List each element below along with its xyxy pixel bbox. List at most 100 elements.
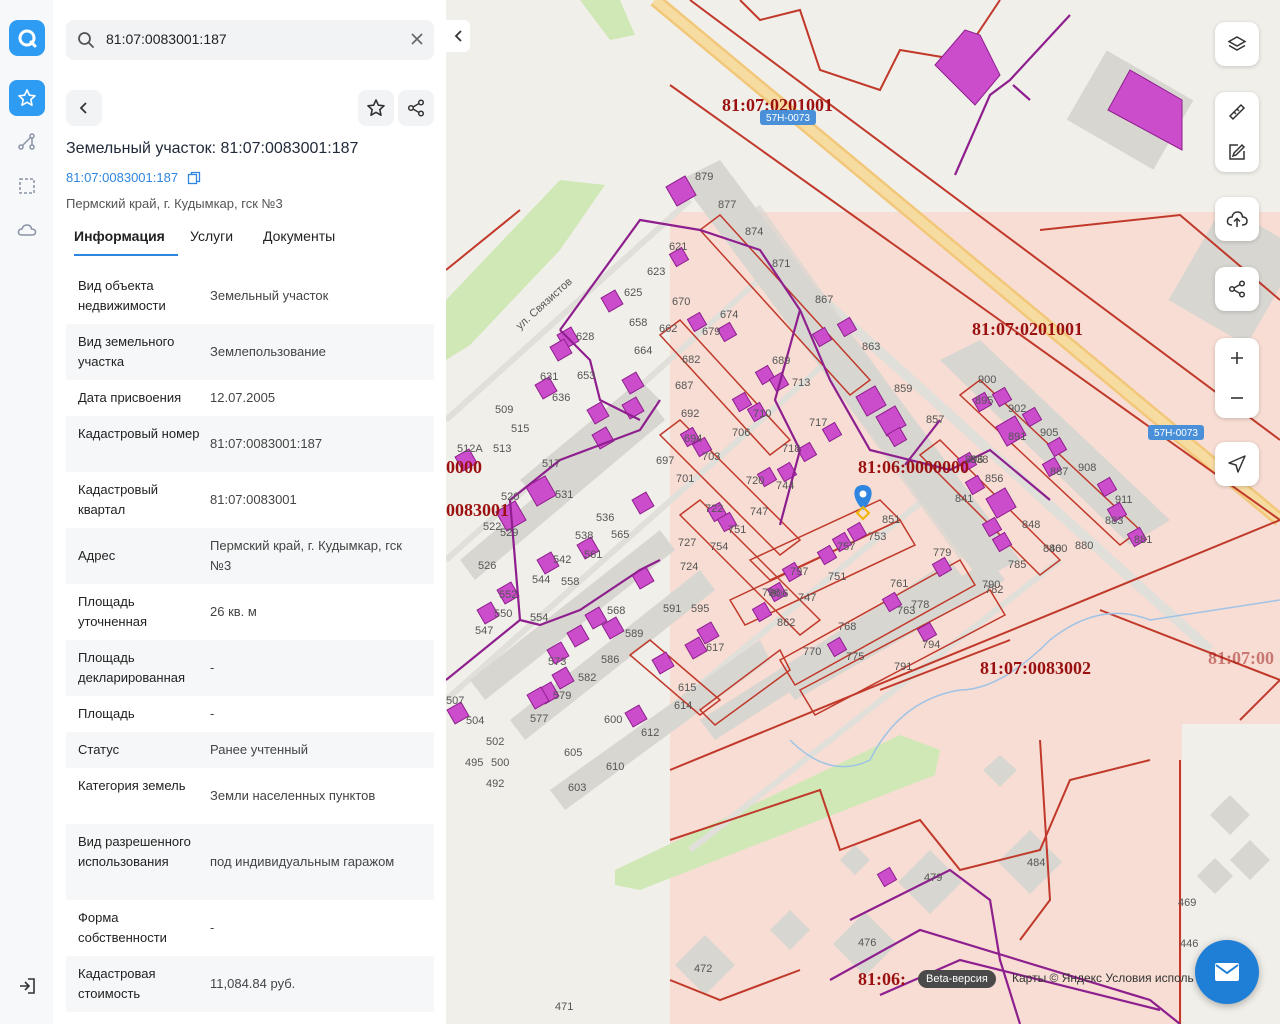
- upload-button[interactable]: [1215, 197, 1259, 241]
- road-badge-label: 57Н-0073: [766, 113, 810, 124]
- house-number-label: 600: [604, 714, 622, 726]
- info-value: 11,084.84 руб.: [210, 976, 296, 991]
- info-row: Статус Ранее учтенный: [66, 732, 434, 768]
- house-number-label: 679: [702, 326, 720, 338]
- quarter-label: 81:07:00: [1208, 648, 1274, 668]
- object-title: Земельный участок: 81:07:0083001:187: [66, 140, 359, 157]
- house-number-label: 515: [511, 423, 529, 435]
- tab-services[interactable]: Услуги: [190, 228, 233, 244]
- info-row: Площадь уточненная 26 кв. м: [66, 584, 434, 640]
- layers-button[interactable]: [1215, 22, 1259, 66]
- house-number-label: 479: [924, 872, 942, 884]
- map-canvas[interactable]: 81:07:0201001 81:07:0201001 81:06:000000…: [446, 0, 1280, 1024]
- road-badge-label: 57Н-0073: [1154, 428, 1198, 439]
- clear-icon[interactable]: [410, 32, 424, 51]
- house-number-label: 554: [530, 612, 548, 624]
- object-address: Пермский край, г. Кудымкар, гск №3: [66, 196, 283, 211]
- zoom-in-button[interactable]: [1215, 338, 1259, 378]
- star-icon: [367, 99, 385, 116]
- house-number-label: 589: [625, 628, 643, 640]
- collapse-panel-button[interactable]: [446, 20, 470, 52]
- search-input[interactable]: 81:07:0083001:187: [106, 31, 227, 47]
- house-number-label: 558: [561, 576, 579, 588]
- quarter-label: 81:06:: [858, 969, 906, 989]
- house-number-label: 794: [922, 639, 940, 651]
- zoom-out-button[interactable]: [1215, 378, 1259, 418]
- house-number-label: 862: [777, 617, 795, 629]
- info-row: Кадастровая стоимость 11,084.84 руб.: [66, 956, 434, 1012]
- house-number-label: 797: [790, 566, 808, 578]
- quarter-label: 81:06:0000000: [858, 457, 969, 477]
- house-number-label: 469: [1178, 897, 1196, 909]
- house-number-label: 682: [682, 354, 700, 366]
- edit-button[interactable]: [1215, 132, 1259, 172]
- house-number-label: 687: [675, 380, 693, 392]
- house-number-label: 902: [1008, 403, 1026, 415]
- house-number-label: 785: [1008, 559, 1026, 571]
- info-row: Кадастровый номер 81:07:0083001:187: [66, 416, 434, 472]
- house-number-label: 484: [1027, 857, 1045, 869]
- search-box[interactable]: 81:07:0083001:187: [66, 20, 434, 60]
- house-number-label: 851: [882, 514, 900, 526]
- house-number-label: 701: [676, 473, 694, 485]
- house-number-label: 517: [542, 458, 560, 470]
- quarter-label: 81:07:0083002: [980, 658, 1091, 678]
- house-number-label: 806: [770, 588, 788, 600]
- tab-info[interactable]: Информация: [74, 228, 165, 244]
- copy-icon[interactable]: [187, 171, 201, 190]
- map-share-button[interactable]: [1215, 267, 1259, 311]
- info-value: Ранее учтенный: [210, 742, 308, 757]
- active-tab-indicator: [74, 254, 178, 256]
- house-number-label: 895: [975, 395, 993, 407]
- logout-nav[interactable]: [17, 976, 37, 996]
- house-number-label: 591: [663, 603, 681, 615]
- favorites-nav[interactable]: [9, 80, 45, 116]
- info-key: Кадастровая стоимость: [78, 966, 156, 1001]
- feedback-button[interactable]: [1195, 940, 1259, 1004]
- favorite-button[interactable]: [358, 90, 394, 126]
- house-number-label: 747: [798, 592, 816, 604]
- info-key: Форма собственности: [78, 910, 167, 945]
- cloud-nav[interactable]: [17, 220, 37, 240]
- house-number-label: 778: [911, 599, 929, 611]
- info-value: Земли населенных пунктов: [210, 788, 376, 803]
- house-number-label: 754: [710, 541, 728, 553]
- info-key: Площадь: [78, 706, 135, 721]
- route-nav[interactable]: [17, 132, 37, 152]
- info-row: Дата присвоения 12.07.2005: [66, 380, 434, 416]
- house-number-label: 880: [1075, 540, 1093, 552]
- house-number-label: 471: [555, 1001, 573, 1013]
- house-number-label: 615: [678, 682, 696, 694]
- layers-icon: [1227, 36, 1247, 51]
- share-button[interactable]: [398, 90, 434, 126]
- tab-documents[interactable]: Документы: [263, 228, 335, 244]
- info-value: под индивидуальным гаражом: [210, 854, 395, 869]
- house-number-label: 472: [694, 963, 712, 975]
- app-logo[interactable]: [9, 20, 45, 56]
- map-attribution[interactable]: Карты © Яндекс Условия исполь: [1012, 971, 1194, 985]
- house-number-label: 547: [475, 625, 493, 637]
- ruler-icon: [1228, 103, 1246, 121]
- house-number-label: 631: [540, 371, 558, 383]
- house-number-label: 761: [890, 578, 908, 590]
- house-number-label: 879: [695, 171, 713, 183]
- house-number-label: 542: [553, 554, 571, 566]
- cadastral-map[interactable]: 81:07:0201001 81:07:0201001 81:06:000000…: [446, 0, 1280, 1024]
- select-area-nav[interactable]: [17, 176, 37, 196]
- house-number-label: 662: [659, 323, 677, 335]
- geolocation-button[interactable]: [1215, 442, 1259, 486]
- house-number-label: 908: [1078, 462, 1096, 474]
- house-number-label: 476: [858, 937, 876, 949]
- house-number-label: 722: [705, 503, 723, 515]
- back-button[interactable]: [66, 90, 102, 126]
- beta-badge: Beta-версия: [918, 970, 996, 988]
- house-number-label: 538: [575, 530, 593, 542]
- tab-bar: Информация Услуги Документы: [66, 226, 434, 256]
- house-number-label: 636: [552, 392, 570, 404]
- cadastral-link[interactable]: 81:07:0083001:187: [66, 170, 178, 185]
- ruler-button[interactable]: [1215, 92, 1259, 132]
- info-row: Площадь -: [66, 696, 434, 732]
- info-key: Площадь уточненная: [78, 594, 148, 629]
- house-number-label: 544: [532, 574, 550, 586]
- house-number-label: 653: [577, 370, 595, 382]
